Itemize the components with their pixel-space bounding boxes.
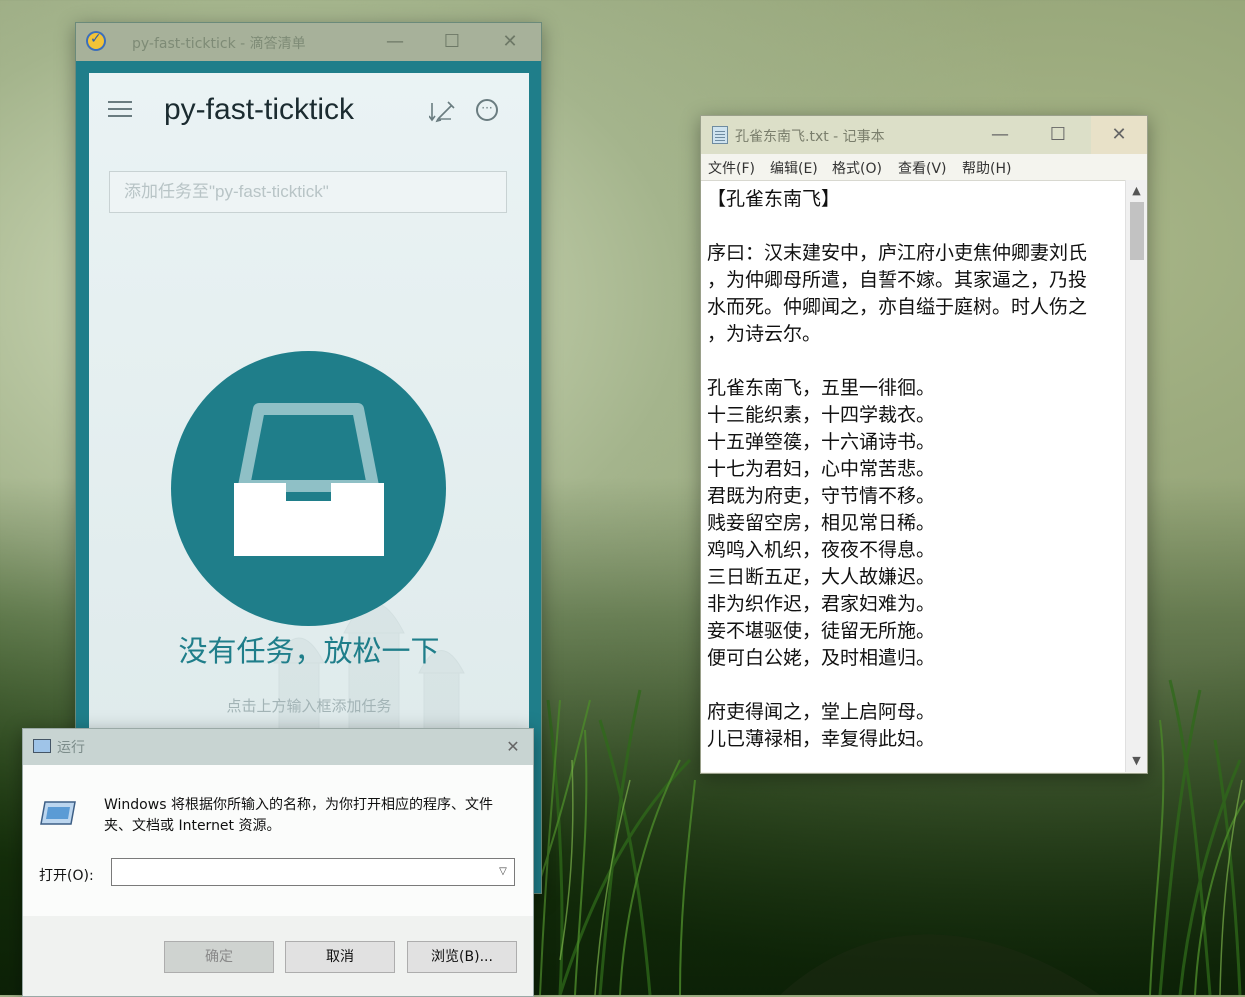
notepad-window: 孔雀东南飞.txt - 记事本 — ☐ ✕ 文件(F) 编辑(E) 格式(O) …: [700, 115, 1148, 774]
scroll-up-icon[interactable]: ▲: [1126, 182, 1147, 200]
cancel-button[interactable]: 取消: [285, 941, 395, 973]
text-line: ，为仲卿母所遣，自誓不嫁。其家逼之，乃投: [707, 269, 1088, 291]
menu-format[interactable]: 格式(O): [832, 158, 882, 178]
text-line: 十七为君妇，心中常苦悲。: [707, 458, 936, 480]
text-line: 贱妾留空房，相见常日稀。: [707, 512, 936, 534]
open-combobox[interactable]: ▽: [111, 858, 515, 886]
run-titlebar[interactable]: 运行 ✕: [23, 729, 533, 765]
add-task-input[interactable]: 添加任务至"py-fast-ticktick": [109, 171, 507, 213]
text-line: 【孔雀东南飞】: [707, 188, 841, 210]
ok-button[interactable]: 确定: [164, 941, 274, 973]
scrollbar-thumb[interactable]: [1130, 202, 1144, 260]
run-body: Windows 将根据你所输入的名称，为你打开相应的程序、文件夹、文档或 Int…: [23, 765, 533, 916]
text-line: 鸡鸣入机织，夜夜不得息。: [707, 539, 936, 561]
ticktick-window-title: py-fast-ticktick - 滴答清单: [132, 36, 306, 52]
list-title: py-fast-ticktick: [164, 93, 355, 126]
close-button[interactable]: ✕: [1091, 116, 1147, 154]
run-program-icon: [40, 801, 76, 825]
sort-icon[interactable]: [429, 99, 455, 123]
browse-button[interactable]: 浏览(B)...: [407, 941, 517, 973]
text-line: 妾不堪驱使，徒留无所施。: [707, 620, 936, 642]
empty-state-illustration: [171, 351, 446, 626]
notepad-icon: [712, 126, 728, 144]
text-line: 孔雀东南飞，五里一徘徊。: [707, 377, 936, 399]
text-line: 三日断五疋，大人故嫌迟。: [707, 566, 936, 588]
text-line: 十三能织素，十四学裁衣。: [707, 404, 936, 426]
text-line: 非为织作迟，君家妇难为。: [707, 593, 936, 615]
text-line: 便可白公姥，及时相遣归。: [707, 647, 936, 669]
text-line: 儿已薄禄相，幸复得此妇。: [707, 728, 936, 750]
run-description: Windows 将根据你所输入的名称，为你打开相应的程序、文件夹、文档或 Int…: [104, 797, 493, 834]
more-icon[interactable]: ···: [476, 99, 498, 121]
text-line: ，为诗云尔。: [707, 323, 822, 345]
notepad-menubar: 文件(F) 编辑(E) 格式(O) 查看(V) 帮助(H): [701, 154, 1147, 180]
menu-view[interactable]: 查看(V): [898, 158, 947, 178]
inbox-icon: [234, 403, 384, 556]
run-dialog: 运行 ✕ Windows 将根据你所输入的名称，为你打开相应的程序、文件夹、文档…: [22, 728, 534, 997]
text-line: 序曰：汉末建安中，庐江府小吏焦仲卿妻刘氏: [707, 242, 1088, 264]
ticktick-titlebar[interactable]: py-fast-ticktick - 滴答清单 — ☐ ✕: [76, 23, 541, 61]
chevron-down-icon[interactable]: ▽: [496, 863, 510, 881]
text-line: 十五弹箜篌，十六诵诗书。: [707, 431, 936, 453]
close-button[interactable]: ✕: [501, 735, 525, 759]
minimize-button[interactable]: —: [977, 116, 1023, 154]
notepad-text-area[interactable]: 【孔雀东南飞】 序曰：汉末建安中，庐江府小吏焦仲卿妻刘氏 ，为仲卿母所遣，自誓不…: [701, 180, 1125, 772]
menu-icon[interactable]: [108, 101, 132, 121]
empty-state-subtitle: 点击上方输入框添加任务: [226, 697, 392, 715]
minimize-button[interactable]: —: [380, 27, 410, 57]
text-line: 水而死。仲卿闻之，亦自缢于庭树。时人伤之: [707, 296, 1088, 318]
empty-state-title: 没有任务，放松一下: [178, 634, 440, 668]
text-line: 君既为府吏，守节情不移。: [707, 485, 936, 507]
run-window-title: 运行: [57, 740, 85, 756]
menu-edit[interactable]: 编辑(E): [770, 158, 818, 178]
text-line: 府吏得闻之，堂上启阿母。: [707, 701, 936, 723]
vertical-scrollbar[interactable]: ▲ ▼: [1125, 180, 1147, 772]
ticktick-logo-icon: [86, 31, 106, 51]
menu-help[interactable]: 帮助(H): [962, 158, 1011, 178]
run-icon: [33, 739, 51, 753]
maximize-button[interactable]: ☐: [1035, 116, 1081, 154]
close-button[interactable]: ✕: [495, 27, 525, 57]
notepad-window-title: 孔雀东南飞.txt - 记事本: [735, 129, 885, 145]
notepad-titlebar[interactable]: 孔雀东南飞.txt - 记事本 — ☐ ✕: [701, 116, 1147, 154]
scroll-down-icon[interactable]: ▼: [1126, 752, 1147, 770]
open-label: 打开(O):: [39, 868, 94, 884]
menu-file[interactable]: 文件(F): [708, 158, 755, 178]
maximize-button[interactable]: ☐: [437, 27, 467, 57]
